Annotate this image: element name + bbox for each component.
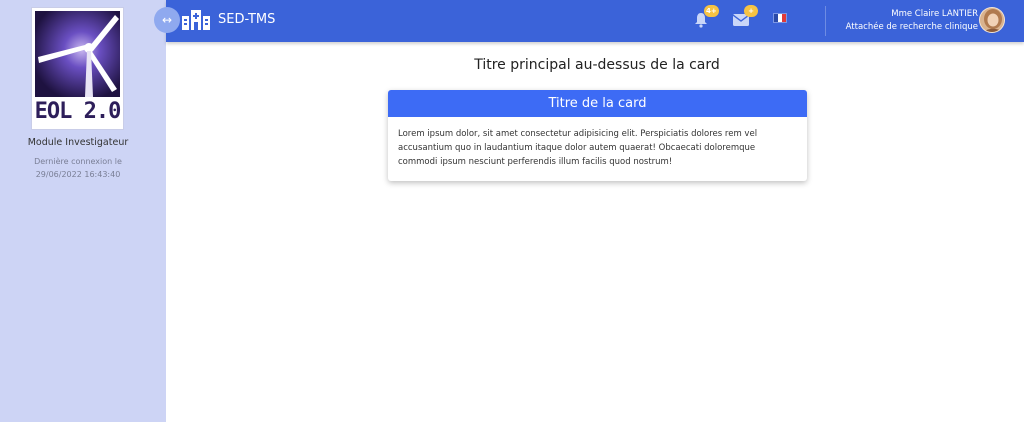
last-connection: Dernière connexion le 29/06/2022 16:43:4… xyxy=(0,155,156,181)
app-title[interactable]: SED-TMS xyxy=(218,12,275,27)
navbar-divider xyxy=(825,6,826,36)
user-role: Attachée de recherche clinique xyxy=(845,22,978,32)
card-title: Titre de la card xyxy=(388,90,807,117)
content-card: Titre de la card Lorem ipsum dolor, sit … xyxy=(388,90,807,181)
messages-button[interactable]: + xyxy=(733,5,758,30)
module-label: Module Investigateur xyxy=(27,137,129,148)
last-connection-value: 29/06/2022 16:43:40 xyxy=(35,170,121,179)
user-avatar[interactable] xyxy=(979,7,1005,33)
expand-arrows-icon: ↔ xyxy=(161,13,173,27)
page-title: Titre principal au-dessus de la card xyxy=(474,57,720,73)
sidebar: EOL 2.0 Module Investigateur Dernière co… xyxy=(0,0,166,422)
hospital-buildings-icon xyxy=(182,10,210,30)
card-body: Lorem ipsum dolor, sit amet consectetur … xyxy=(398,129,758,167)
logo-text: EOL 2.0 xyxy=(34,99,122,124)
language-flag-fr-icon[interactable] xyxy=(773,13,787,23)
eol-logo[interactable]: EOL 2.0 xyxy=(31,7,124,130)
wind-turbine-logo-icon xyxy=(35,11,120,97)
notifications-badge: 4+ xyxy=(704,5,719,17)
last-connection-label: Dernière connexion le xyxy=(34,157,122,166)
sidebar-toggle-button[interactable]: ↔ xyxy=(154,7,180,33)
notifications-button[interactable]: 4+ xyxy=(693,5,719,30)
user-photo-icon xyxy=(980,8,1004,32)
top-navbar: ↔ SED-TMS 4+ + Mme Claire LANTIER Attach… xyxy=(154,0,1024,42)
user-name[interactable]: Mme Claire LANTIER xyxy=(891,9,978,19)
messages-badge: + xyxy=(744,5,758,17)
